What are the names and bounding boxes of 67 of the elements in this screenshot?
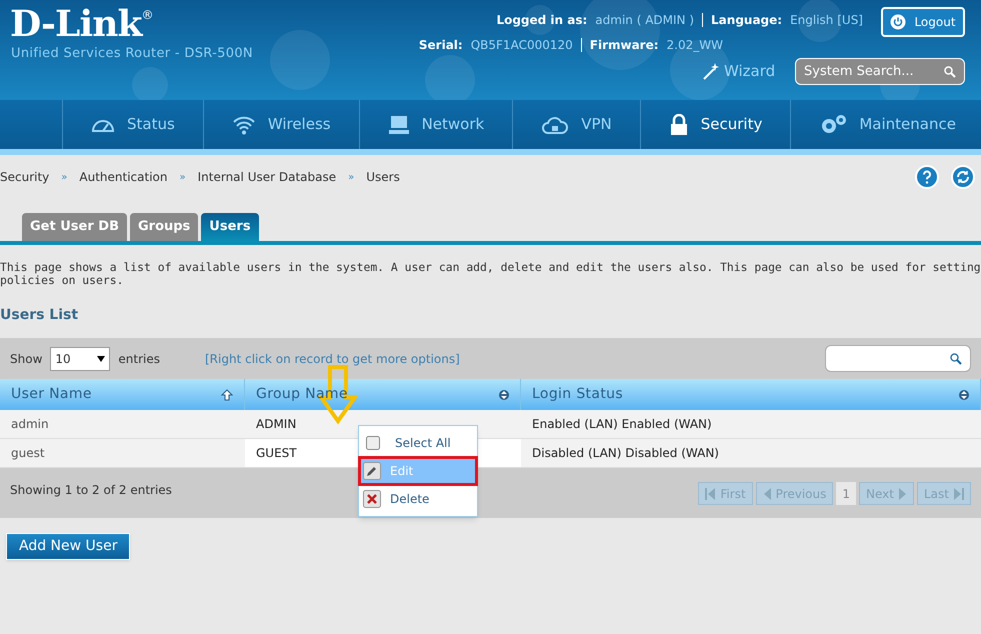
product-name: Unified Services Router - DSR-500N (11, 45, 253, 63)
search-icon (950, 352, 962, 364)
entries-label: entries (118, 350, 160, 368)
page-button[interactable]: 1 (836, 482, 856, 505)
entries-info: Showing 1 to 2 of 2 entries (10, 482, 172, 499)
pencil-icon (363, 462, 381, 480)
help-icon[interactable] (915, 165, 939, 189)
table-search-field[interactable] (825, 345, 971, 372)
sort-up-icon (221, 388, 233, 400)
nav-tab[interactable]: Status (62, 100, 203, 149)
page-description: This page shows a list of available users in the system. A user can add, delete and edit the users also. This page can also be used for setting policies on users. (0, 261, 981, 287)
breadcrumb-item[interactable]: Authentication (79, 168, 168, 186)
left-arrow-icon (705, 486, 716, 500)
hint-text: [Right click on record to get more options] (205, 350, 460, 368)
breadcrumb-item[interactable]: Security (0, 168, 50, 186)
nav-tab[interactable]: VPN (512, 100, 640, 149)
section-title: Users List (0, 306, 80, 325)
breadcrumb-separator: » (348, 170, 354, 184)
nav-tab[interactable]: Maintenance (790, 100, 981, 149)
menu-item[interactable]: Delete (359, 485, 477, 513)
checkbox-icon (366, 436, 380, 450)
sort-icon (959, 388, 969, 400)
table-cell-text: Enabled (LAN) Enabled (WAN) (531, 416, 713, 433)
logout-button[interactable]: Logout (881, 7, 965, 37)
serial-label: Serial: (418, 37, 463, 54)
logo: D-Link (10, 2, 142, 46)
breadcrumb-item[interactable]: Internal User Database (198, 168, 336, 186)
table-cell-text: ADMIN (255, 416, 298, 433)
show-label: Show (10, 350, 42, 368)
language-link[interactable]: English [US] (790, 11, 863, 29)
breadcrumb-separator: » (180, 170, 186, 184)
power-icon (890, 14, 906, 30)
delete-icon (363, 490, 381, 508)
registered-mark: ® (142, 7, 154, 22)
tab[interactable]: Users (201, 213, 259, 241)
computer-icon (388, 114, 410, 134)
caret-icon (97, 356, 106, 362)
refresh-icon[interactable] (951, 165, 975, 189)
nav-tab[interactable]: Security (640, 100, 790, 149)
gears-icon (819, 114, 848, 136)
nav-tab[interactable]: Wireless (202, 100, 359, 149)
cloud-icon (541, 114, 570, 134)
firmware-value: 2.02_WW (666, 37, 723, 54)
language-label: Language: (711, 12, 782, 29)
entries-dropdown[interactable]: 10 (50, 346, 110, 370)
breadcrumb-separator: » (61, 170, 68, 184)
wizard-link[interactable]: Wizard (700, 60, 776, 82)
right-arrow-icon (899, 486, 907, 500)
lock-icon (668, 114, 689, 136)
wifi-icon (232, 114, 256, 134)
right-arrow-icon (954, 486, 964, 500)
table-cell-text: admin (10, 416, 50, 433)
tab[interactable]: Groups (130, 213, 198, 241)
breadcrumb-item: Users (366, 169, 400, 186)
sort-icon (499, 388, 509, 400)
search-icon (944, 66, 956, 78)
serial-value: QB5F1AC000120 (470, 37, 573, 54)
tab[interactable]: Get User DB (22, 213, 127, 241)
table-cell-text: Disabled (LAN) Disabled (WAN) (531, 445, 720, 462)
logged-in-user: admin ( ADMIN ) (595, 12, 694, 29)
logged-in-label: Logged in as: (496, 12, 588, 29)
add-user-button[interactable]: Add New User (6, 533, 130, 560)
left-arrow-icon (762, 486, 771, 500)
table-cell-text: guest (10, 445, 46, 462)
system-search-field[interactable]: System Search... (795, 58, 965, 85)
nav-tab[interactable]: Network (358, 100, 512, 149)
firmware-label: Firmware: (590, 37, 659, 54)
